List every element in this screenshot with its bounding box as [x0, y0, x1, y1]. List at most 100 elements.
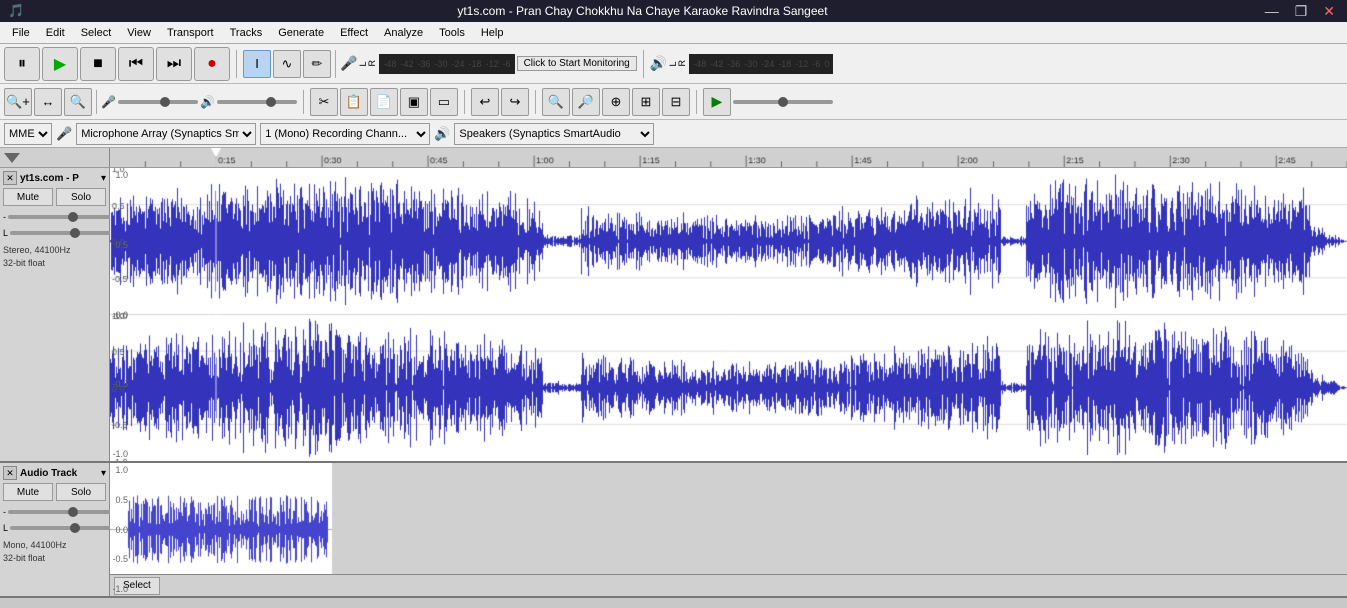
tool-envelope[interactable]: ∿ [273, 50, 301, 78]
zoom-in2-btn[interactable]: 🔍 [542, 88, 570, 116]
menu-help[interactable]: Help [473, 25, 512, 41]
lr-label-left: LR [359, 60, 377, 67]
sep [96, 90, 97, 114]
menu-transport[interactable]: Transport [159, 25, 222, 41]
trim-btn[interactable]: ▣ [400, 88, 428, 116]
track1-name: yt1s.com - P [17, 173, 101, 184]
zoom-out-btn[interactable]: 🔍 [64, 88, 92, 116]
output-volume-slider[interactable] [217, 94, 297, 110]
input-volume-slider[interactable] [118, 94, 198, 110]
toolbar-separator1 [236, 50, 237, 78]
speaker-icon2: 🔊 [434, 126, 450, 142]
track1-mute-btn[interactable]: Mute [3, 188, 53, 206]
play-button[interactable]: ▶ [42, 47, 78, 81]
track1-dropdown-icon[interactable]: ▾ [101, 173, 106, 184]
menu-view[interactable]: View [119, 25, 159, 41]
waveform1-canvas[interactable] [110, 168, 1347, 461]
record-button[interactable]: ● [194, 47, 230, 81]
speaker-icon: 🔊 [650, 55, 667, 72]
track2-dropdown-icon[interactable]: ▾ [101, 468, 106, 479]
ruler-corner [0, 148, 110, 167]
track2-waveform-container: 1.0 0.5 0.0 -0.5 -1.0 Select [110, 463, 1347, 596]
track2-name-row: ✕ Audio Track ▾ [3, 466, 106, 480]
output-vol-icon: 🔊 [200, 95, 215, 109]
menu-select[interactable]: Select [73, 25, 120, 41]
copy-btn[interactable]: 📋 [340, 88, 368, 116]
tool-draw[interactable]: ✏ [303, 50, 331, 78]
monitor-label[interactable]: Click to Start Monitoring [517, 56, 637, 71]
track2-vol-min: - [3, 507, 6, 517]
menu-tracks[interactable]: Tracks [222, 25, 271, 41]
track2-mute-btn[interactable]: Mute [3, 483, 53, 501]
driver-select[interactable]: MME [4, 123, 52, 145]
track2-bottom-bar: Select [110, 574, 1347, 596]
track1-name-row: ✕ yt1s.com - P ▾ [3, 171, 106, 185]
menu-file[interactable]: File [4, 25, 38, 41]
titlebar-controls: — ❐ ✕ [1261, 3, 1339, 20]
track1-waveform[interactable]: 1.0 0.5 0.0 -0.5 -1.0 [110, 168, 1347, 461]
menu-analyze[interactable]: Analyze [376, 25, 431, 41]
track1-pan-l: L [3, 228, 8, 238]
paste-btn[interactable]: 📄 [370, 88, 398, 116]
menu-generate[interactable]: Generate [270, 25, 332, 41]
track2-pan-l: L [3, 523, 8, 533]
maximize-button[interactable]: ❐ [1291, 3, 1312, 20]
app-icon: 🎵 [8, 3, 24, 19]
toolbar-separator3 [643, 50, 644, 78]
track2-solo-btn[interactable]: Solo [56, 483, 106, 501]
output-device-select[interactable]: Speakers (Synaptics SmartAudio [454, 123, 654, 145]
input-device-select[interactable]: Microphone Array (Synaptics Sma [76, 123, 256, 145]
track2-close-btn[interactable]: ✕ [3, 466, 17, 480]
ruler-row [0, 148, 1347, 168]
toolbar-separator2 [335, 50, 336, 78]
device-bar: MME 🎤 Microphone Array (Synaptics Sma 1 … [0, 120, 1347, 148]
skip-back-button[interactable]: ⏮ [118, 47, 154, 81]
menu-edit[interactable]: Edit [38, 25, 73, 41]
titlebar: 🎵 yt1s.com - Pran Chay Chokkhu Na Chaye … [0, 0, 1347, 22]
toolbar-row1: ⏸ ▶ ■ ⏮ ⏭ ● I ∿ ✏ 🎤 LR -48-42-36-30-24-1… [0, 44, 1347, 84]
sep3 [464, 90, 465, 114]
track2-controls: ✕ Audio Track ▾ Mute Solo - + L R [0, 463, 110, 596]
track2-name: Audio Track [17, 468, 101, 479]
undo-btn[interactable]: ↩ [471, 88, 499, 116]
zoom-toggle-btn[interactable]: ⊞ [632, 88, 660, 116]
zoom-out2-btn[interactable]: 🔎 [572, 88, 600, 116]
redo-btn[interactable]: ↪ [501, 88, 529, 116]
zoom-extra-btn[interactable]: ⊟ [662, 88, 690, 116]
track1-close-btn[interactable]: ✕ [3, 171, 17, 185]
zoom-in-btn[interactable]: 🔍+ [4, 88, 32, 116]
menu-effect[interactable]: Effect [332, 25, 376, 41]
lr-label-right: LR [669, 60, 687, 67]
playback-speed-slider[interactable] [733, 94, 833, 110]
tool-select[interactable]: I [243, 50, 271, 78]
play-green-btn[interactable]: ▶ [703, 88, 731, 116]
track1-solo-btn[interactable]: Solo [56, 188, 106, 206]
toolbar-row2: 🔍+ ↔ 🔍 🎤 🔊 ✂ 📋 📄 ▣ ▭ ↩ ↪ 🔍 🔎 ⊕ ⊞ ⊟ ▶ [0, 84, 1347, 120]
minimize-button[interactable]: — [1261, 3, 1283, 20]
silence-btn[interactable]: ▭ [430, 88, 458, 116]
close-button[interactable]: ✕ [1319, 3, 1339, 20]
playhead-indicator [4, 153, 20, 163]
menu-tools[interactable]: Tools [431, 25, 473, 41]
skip-fwd-button[interactable]: ⏭ [156, 47, 192, 81]
track1-controls: ✕ yt1s.com - P ▾ Mute Solo - + L R [0, 168, 110, 461]
sep2 [303, 90, 304, 114]
tracks-area: ✕ yt1s.com - P ▾ Mute Solo - + L R [0, 148, 1347, 608]
track-stereo: ✕ yt1s.com - P ▾ Mute Solo - + L R [0, 168, 1347, 463]
zoom-sel-btn[interactable]: ⊕ [602, 88, 630, 116]
app: 🎵 yt1s.com - Pran Chay Chokkhu Na Chaye … [0, 0, 1347, 608]
stop-button[interactable]: ■ [80, 47, 116, 81]
track1-vol-min: - [3, 212, 6, 222]
cut-btn[interactable]: ✂ [310, 88, 338, 116]
mic-icon2: 🎤 [56, 126, 72, 142]
pause-button[interactable]: ⏸ [4, 47, 40, 81]
zoom-fit-btn[interactable]: ↔ [34, 88, 62, 116]
track2-pan-row: L R [3, 521, 106, 535]
sep4 [535, 90, 536, 114]
channel-select[interactable]: 1 (Mono) Recording Chann... [260, 123, 430, 145]
track2-vol-row: - + [3, 505, 106, 519]
mic-icon: 🎤 [340, 55, 357, 72]
input-vol-icon: 🎤 [101, 95, 116, 109]
track2-select-btn[interactable]: Select [114, 577, 160, 595]
titlebar-title: yt1s.com - Pran Chay Chokkhu Na Chaye Ka… [24, 4, 1261, 18]
